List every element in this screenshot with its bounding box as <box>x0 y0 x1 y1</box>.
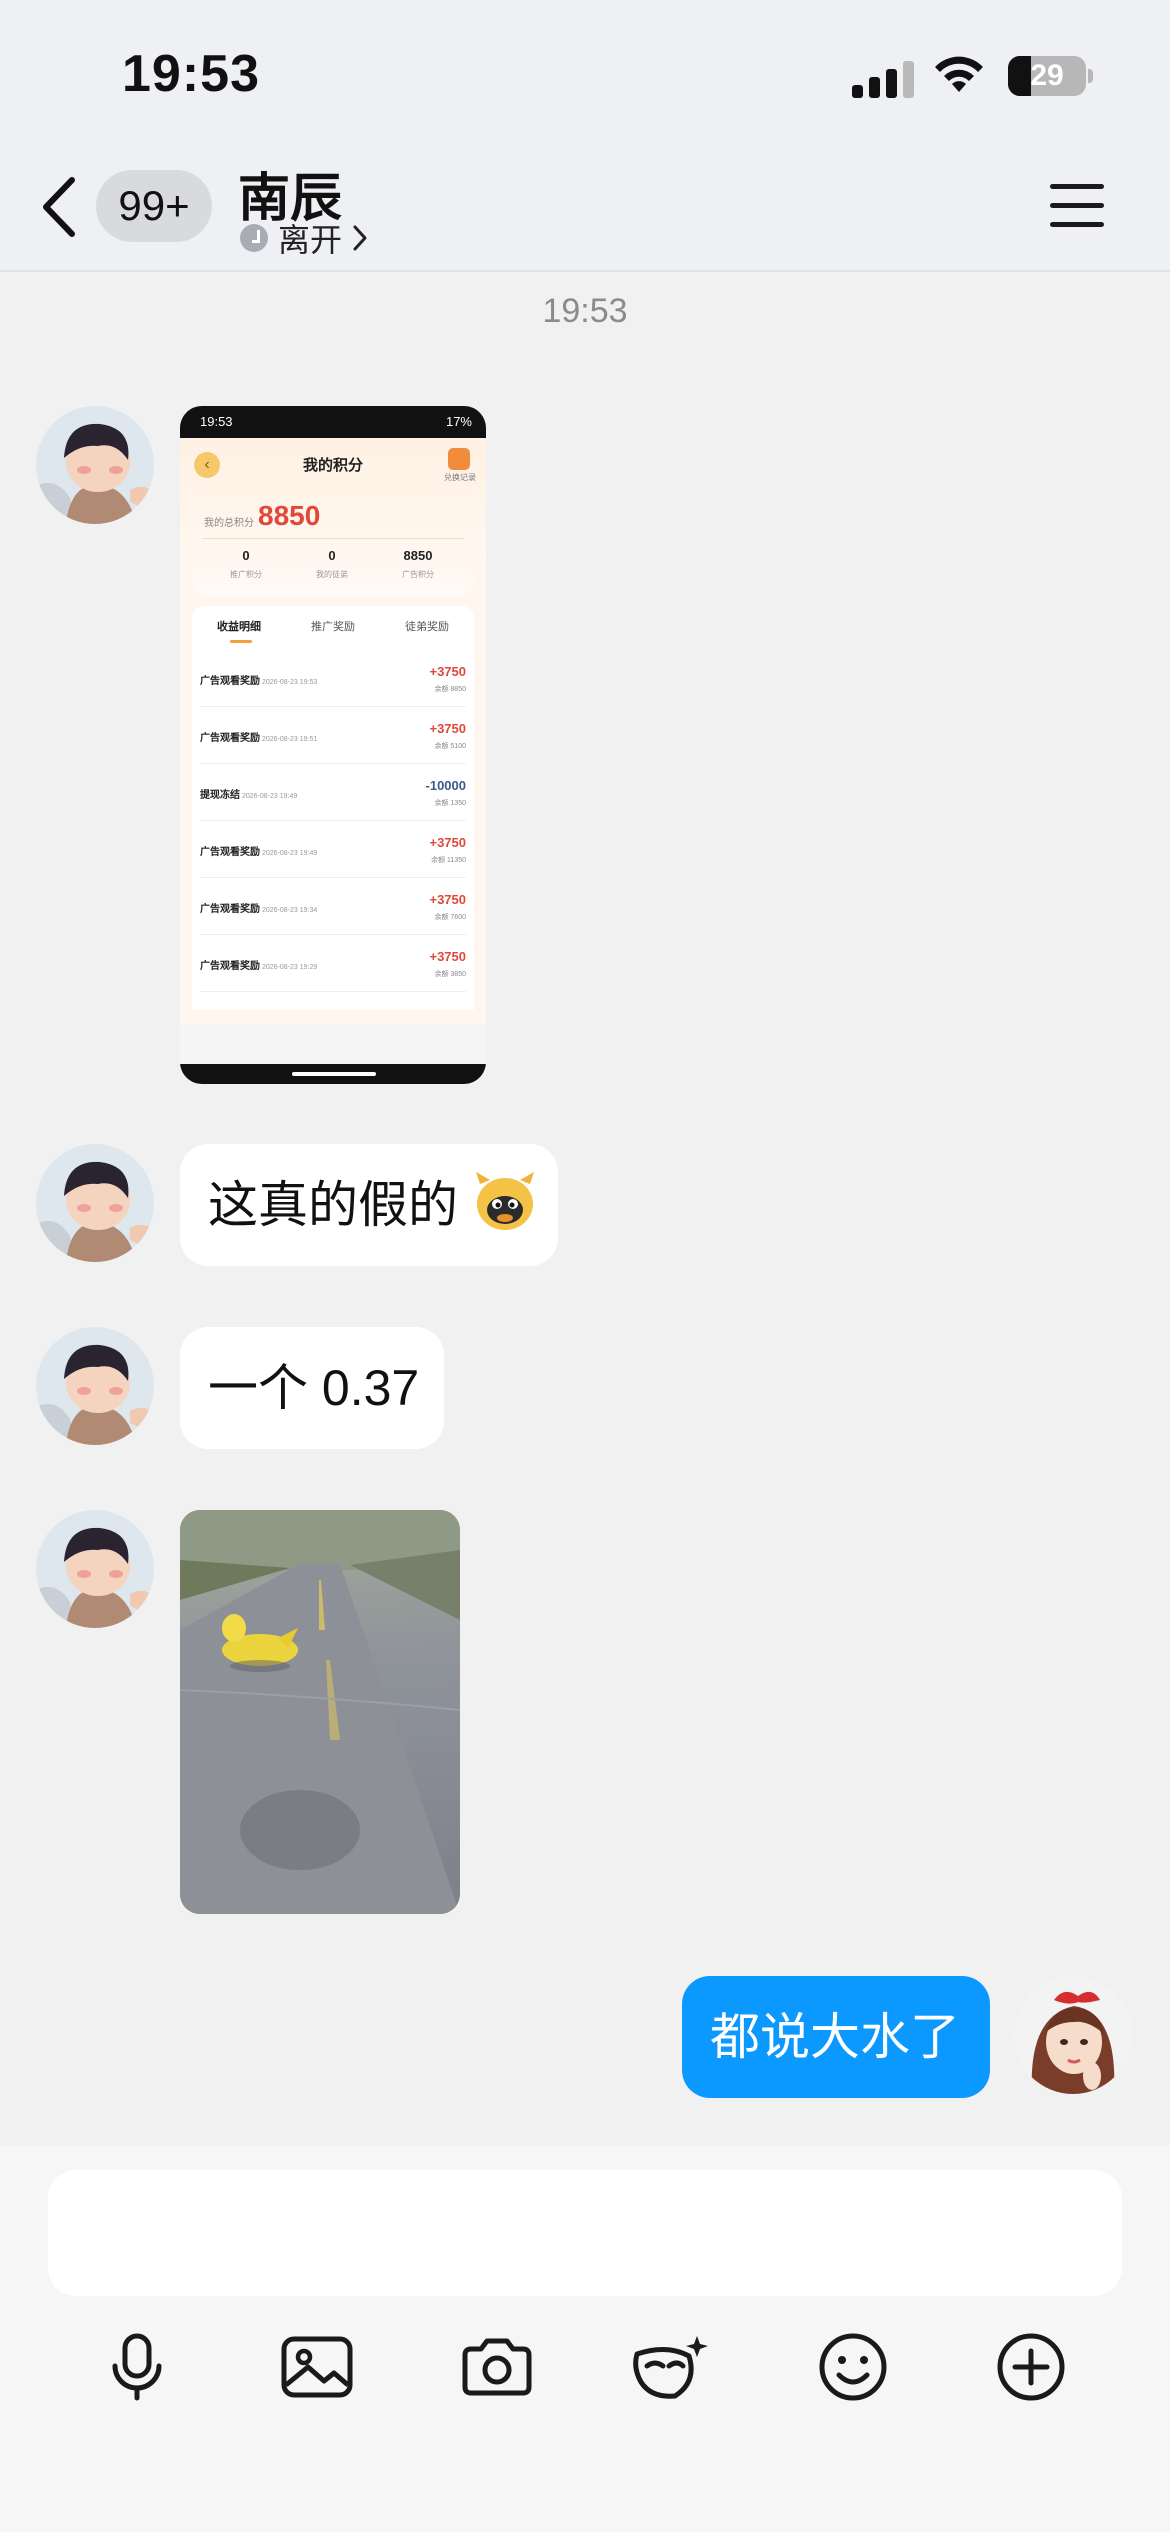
wifi-icon <box>935 56 983 92</box>
camera-button[interactable] <box>456 2326 538 2408</box>
history-tabs: 收益明细 推广奖励 徒弟奖励 <box>192 606 474 650</box>
screenshot-title: 我的积分 <box>302 457 363 474</box>
girl-avatar-icon <box>1014 1976 1132 2094</box>
clock-icon <box>240 224 268 252</box>
image-icon <box>281 2336 353 2398</box>
boy-avatar-icon <box>36 406 154 524</box>
total-points-value: 8850 <box>258 500 321 531</box>
contact-status[interactable]: 离开 <box>240 218 368 258</box>
menu-button[interactable] <box>1050 184 1104 228</box>
message-bubble[interactable]: 一个 0.37 <box>180 1327 444 1449</box>
stat-item: 8850 广告积分 <box>378 548 458 580</box>
my-message-bubble[interactable]: 都说大水了 <box>682 1976 990 2098</box>
contact-avatar[interactable] <box>36 1144 154 1262</box>
shared-screenshot-image[interactable]: 19:53 17% ‹ 我的积分 兑换记录 我的总积分 8850 0 推广积分 … <box>180 406 486 1084</box>
stat-label: 我的徒弟 <box>316 570 348 579</box>
list-item: 广告观看奖励 2026-08-23 19:49 +3750 余额 11350 <box>200 821 466 878</box>
battery-level: 29 <box>1030 59 1064 92</box>
stat-value: 0 <box>242 548 250 563</box>
message-text: 这真的假的 <box>208 1177 458 1233</box>
composer <box>0 2146 1170 2532</box>
photo-button[interactable] <box>276 2326 358 2408</box>
boy-avatar-icon <box>36 1510 154 1628</box>
contact-avatar[interactable] <box>36 1510 154 1628</box>
list-item: 广告观看奖励 2026-08-23 19:53 +3750 余额 8850 <box>200 650 466 707</box>
microphone-icon <box>112 2333 162 2401</box>
list-item: 广告观看奖励 2026-08-23 19:29 +3750 余额 3850 <box>200 935 466 992</box>
contact-status-label: 离开 <box>278 222 343 258</box>
back-button[interactable] <box>38 172 82 242</box>
chevron-right-icon <box>353 225 367 251</box>
points-history-list: 收益明细 推广奖励 徒弟奖励 广告观看奖励 2026-08-23 19:53 +3… <box>192 606 474 1010</box>
message-input[interactable] <box>48 2170 1122 2296</box>
screenshot-record-link: 兑换记录 <box>444 473 476 482</box>
gift-icon <box>448 448 470 470</box>
battery-cap <box>1088 69 1093 83</box>
tab-promotion: 推广奖励 <box>311 621 355 633</box>
emoji-icon <box>819 2333 887 2401</box>
boy-avatar-icon <box>36 1144 154 1262</box>
list-item: 广告观看奖励 2026-08-23 19:34 +3750 余额 7600 <box>200 878 466 935</box>
screenshot-status-bar: 19:53 17% <box>180 406 486 438</box>
stat-label: 广告积分 <box>402 570 434 579</box>
points-summary-card: 我的总积分 8850 0 推广积分 0 我的徒弟 8850 广告积分 <box>192 488 474 596</box>
sticker-icon <box>633 2336 708 2399</box>
list-item: 广告观看奖励 2026-08-23 19:51 +3750 余额 5100 <box>200 707 466 764</box>
stat-label: 推广积分 <box>230 570 262 579</box>
chat-timestamp: 19:53 <box>542 292 628 330</box>
video-message[interactable] <box>180 1510 460 1914</box>
total-points-label: 我的总积分 <box>204 518 254 529</box>
stat-item: 0 我的徒弟 <box>292 548 372 580</box>
emoji-button[interactable] <box>812 2326 894 2408</box>
status-time: 19:53 <box>122 45 260 103</box>
tab-apprentice: 徒弟奖励 <box>405 621 449 633</box>
screenshot-footer <box>180 1024 486 1084</box>
cow-emoji-icon <box>475 1172 534 1230</box>
unread-badge[interactable]: 99+ <box>96 170 212 242</box>
more-button[interactable] <box>990 2326 1072 2408</box>
screenshot-time: 19:53 <box>200 414 233 429</box>
my-avatar[interactable] <box>1014 1976 1132 2094</box>
camera-icon <box>462 2338 532 2396</box>
list-item: 提现冻结 2026-08-23 19:49 -10000 余额 1350 <box>200 764 466 821</box>
contact-avatar[interactable] <box>36 1327 154 1445</box>
stat-value: 0 <box>328 548 336 563</box>
plus-icon <box>997 2333 1065 2401</box>
top-bar: 19:53 29 99+ 南辰 离开 <box>0 0 1170 272</box>
boy-avatar-icon <box>36 1327 154 1445</box>
screenshot-battery: 17% <box>445 414 472 429</box>
message-bubble[interactable]: 这真的假的 <box>180 1144 558 1266</box>
stat-item: 0 推广积分 <box>206 548 286 580</box>
stat-value: 8850 <box>403 548 433 563</box>
tab-earnings: 收益明细 <box>192 618 286 643</box>
contact-avatar[interactable] <box>36 406 154 524</box>
road-duck-video-thumbnail <box>180 1510 460 1914</box>
battery-icon: 29 <box>1008 56 1086 96</box>
cellular-signal-icon <box>852 58 914 98</box>
sticker-button[interactable] <box>630 2326 712 2408</box>
voice-button[interactable] <box>96 2326 178 2408</box>
